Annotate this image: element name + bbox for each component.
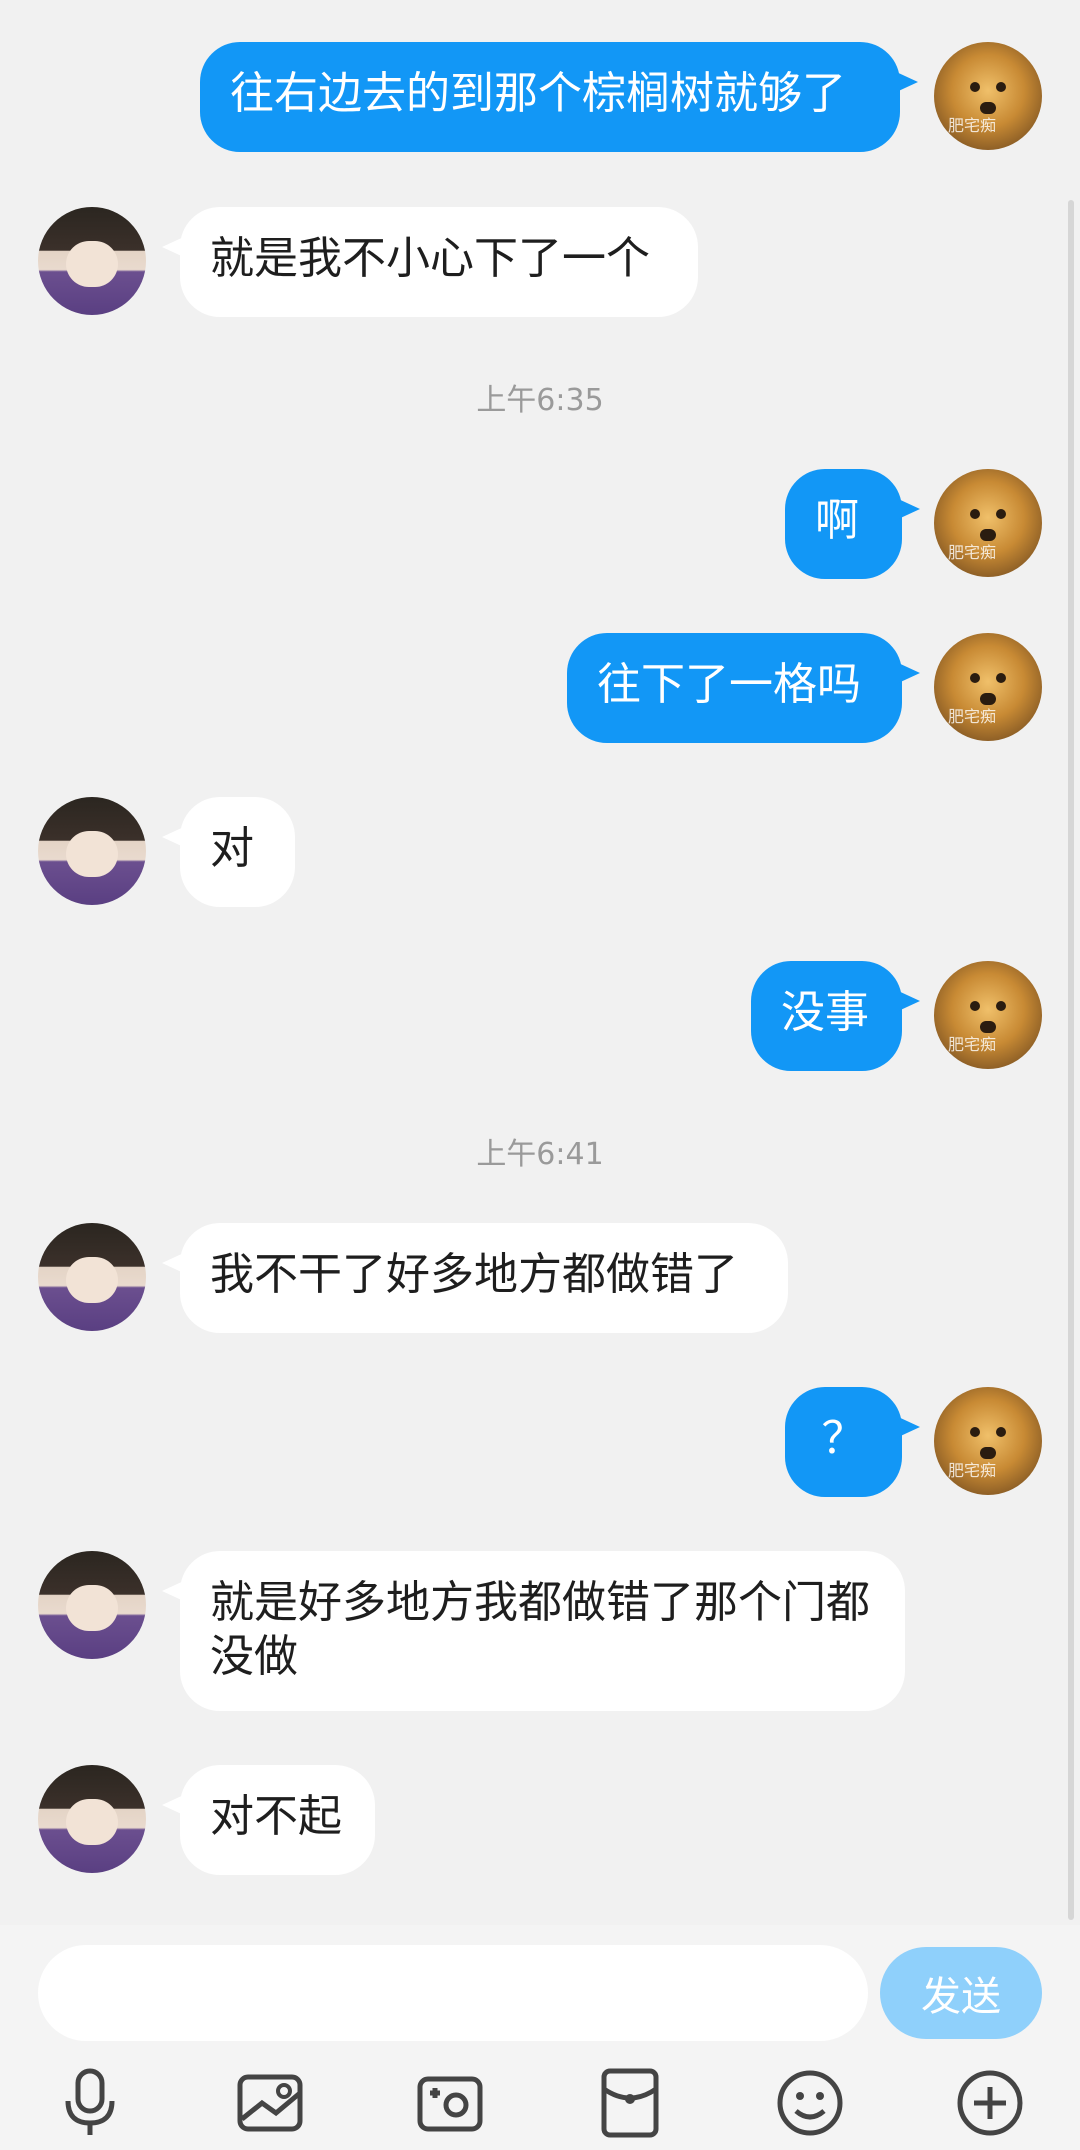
message-input[interactable] xyxy=(38,1945,868,2041)
timestamp: 上午6:41 xyxy=(476,1137,604,1172)
message-text: 我不干了好多地方都做错了 xyxy=(210,1249,738,1300)
timestamp: 上午6:35 xyxy=(476,383,604,418)
my-avatar[interactable]: 肥宅痴 xyxy=(934,961,1042,1069)
emoji-icon[interactable] xyxy=(770,2063,850,2143)
message-bubble-outgoing[interactable]: 啊 xyxy=(785,469,920,579)
my-avatar[interactable]: 肥宅痴 xyxy=(934,42,1042,150)
composer-bar: 发送 xyxy=(0,1925,1080,2150)
message-text: 对不起 xyxy=(210,1791,342,1842)
message-bubble-incoming[interactable]: 就是好多地方我都做错了那个门都没做 xyxy=(162,1551,905,1711)
message-bubble-outgoing[interactable]: 往右边去的到那个棕榈树就够了 xyxy=(200,42,918,152)
message-bubble-outgoing[interactable]: ？ xyxy=(785,1387,920,1497)
plus-icon[interactable] xyxy=(950,2063,1030,2143)
message-bubble-incoming[interactable]: 对 xyxy=(162,797,295,907)
my-avatar[interactable]: 肥宅痴 xyxy=(934,1387,1042,1495)
message-text: 就是好多地方我都做错了那个门都没做 xyxy=(210,1577,870,1682)
red-packet-icon[interactable] xyxy=(590,2063,670,2143)
contact-avatar[interactable] xyxy=(38,1551,146,1659)
message-bubble-incoming[interactable]: 对不起 xyxy=(162,1765,375,1875)
contact-avatar[interactable] xyxy=(38,1223,146,1331)
scrollbar[interactable] xyxy=(1068,200,1074,1920)
my-avatar[interactable]: 肥宅痴 xyxy=(934,469,1042,577)
my-avatar[interactable]: 肥宅痴 xyxy=(934,633,1042,741)
message-text: ？ xyxy=(821,1413,866,1464)
message-bubble-outgoing[interactable]: 没事 xyxy=(751,961,920,1071)
message-text: 啊 xyxy=(815,495,859,546)
microphone-icon[interactable] xyxy=(50,2063,130,2143)
camera-icon[interactable] xyxy=(410,2063,490,2143)
message-text: 对 xyxy=(210,823,254,874)
message-bubble-incoming[interactable]: 就是我不小心下了一个 xyxy=(162,207,698,317)
send-button[interactable]: 发送 xyxy=(880,1947,1042,2039)
message-text: 往下了一格吗 xyxy=(597,659,861,710)
contact-avatar[interactable] xyxy=(38,207,146,315)
image-icon[interactable] xyxy=(230,2063,310,2143)
message-text: 就是我不小心下了一个 xyxy=(210,233,650,284)
message-text: 往右边去的到那个棕榈树就够了 xyxy=(230,68,846,119)
chat-area[interactable]: 往右边去的到那个棕榈树就够了 肥宅痴 就是我不小心下了一个 上午6:35 啊 肥… xyxy=(0,0,1080,1925)
contact-avatar[interactable] xyxy=(38,1765,146,1873)
message-bubble-incoming[interactable]: 我不干了好多地方都做错了 xyxy=(162,1223,788,1333)
message-bubble-outgoing[interactable]: 往下了一格吗 xyxy=(567,633,920,743)
message-text: 没事 xyxy=(781,987,869,1038)
contact-avatar[interactable] xyxy=(38,797,146,905)
